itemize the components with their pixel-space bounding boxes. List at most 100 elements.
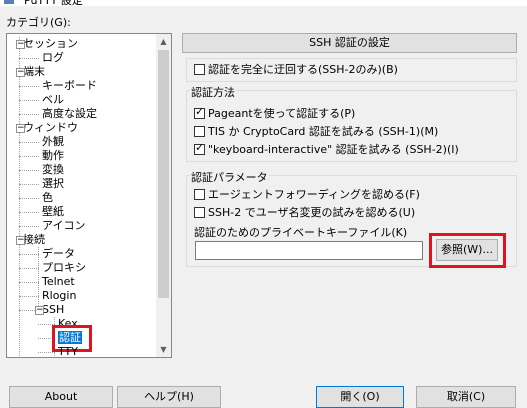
tree-connector: [19, 142, 39, 143]
cancel-button[interactable]: 取消(C): [416, 386, 516, 408]
tree-item-label: 高度な設定: [42, 107, 97, 120]
checkbox-box[interactable]: [194, 64, 205, 75]
checkbox-box[interactable]: [194, 126, 205, 137]
keyfile-input[interactable]: [195, 241, 423, 260]
checkbox-box[interactable]: ✓: [194, 141, 205, 155]
tree-item[interactable]: TTY: [58, 345, 78, 357]
option-label: "keyboard-interactive" 認証を試みる (SSH-2)(I): [208, 143, 459, 156]
tree-connector: [19, 268, 39, 269]
tree-item[interactable]: Rlogin: [42, 289, 76, 303]
auth-params-title: 認証パラメータ: [190, 169, 269, 185]
tree-connector: [19, 296, 39, 297]
option-label: エージェントフォワーディングを認める(F): [208, 188, 420, 201]
option-label: TIS か CryptoCard 認証を試みる (SSH-1)(M): [208, 125, 439, 138]
tree-item[interactable]: セッション: [23, 37, 78, 51]
putty-icon: [4, 0, 14, 4]
option-checkbox[interactable]: TIS か CryptoCard 認証を試みる (SSH-1)(M): [194, 124, 438, 140]
tree-item-label: プロキシ: [42, 261, 86, 274]
tree-item[interactable]: 接続: [23, 233, 45, 247]
tree-connector: [19, 58, 39, 59]
tree-item[interactable]: 壁紙: [42, 205, 64, 219]
tree-item[interactable]: データ: [42, 247, 75, 261]
tree-item[interactable]: ウィンドウ: [23, 121, 78, 135]
browse-highlight: [429, 233, 506, 268]
collapse-icon[interactable]: −: [16, 124, 25, 133]
tree-item-label: ログ: [42, 51, 64, 64]
tree-connector: [19, 100, 39, 101]
tree-connector: [19, 254, 39, 255]
checkbox-box[interactable]: ✓: [194, 105, 205, 119]
tree-item-label: ウィンドウ: [23, 121, 78, 134]
tree-item-label: 接続: [23, 233, 45, 246]
option-checkbox[interactable]: SSH-2 でユーザ名変更の試みを認める(U): [194, 205, 415, 221]
tree-item[interactable]: ログ: [42, 51, 64, 65]
checkmark-icon: ✓: [195, 105, 205, 118]
tree-connector: [38, 352, 55, 353]
tree-connector: [19, 170, 39, 171]
tree-item-label: データ: [42, 247, 75, 260]
tree-item[interactable]: 変換: [42, 163, 64, 177]
bypass-auth-checkbox[interactable]: 認証を完全に迂回する(SSH-2のみ)(B): [194, 62, 398, 78]
tree-connector: [19, 114, 39, 115]
about-button[interactable]: About: [9, 386, 113, 408]
scroll-thumb[interactable]: [158, 50, 169, 298]
tree-item-label: アイコン: [42, 219, 86, 232]
tree-item-label: 端末: [23, 65, 45, 78]
tree-item-label: 選択: [42, 177, 64, 190]
tree-connector: [19, 86, 39, 87]
tree-item-label: TTY: [58, 345, 78, 357]
tree-connector: [19, 198, 39, 199]
tree-item-label: Rlogin: [42, 289, 77, 302]
tree-connector: [19, 156, 39, 157]
option-label: Pageantを使って認証する(P): [208, 107, 356, 120]
tree-item[interactable]: 端末: [23, 65, 45, 79]
open-button[interactable]: 開く(O): [316, 386, 404, 408]
title-bar: PuTTY 設定: [0, 0, 527, 7]
tree-item[interactable]: 色: [42, 191, 53, 205]
tree-item[interactable]: Telnet: [42, 275, 75, 289]
checkbox-box[interactable]: [194, 189, 205, 200]
checkmark-icon: ✓: [195, 141, 205, 154]
tree-items: セッション − ログ 端末 − キーボード ベル 高度な設定 ウィンドウ − 外観 動作 変換 選択色壁紙…: [7, 34, 157, 357]
tree-item[interactable]: ベル: [42, 93, 64, 107]
scroll-up-icon[interactable]: ▲: [156, 34, 171, 49]
category-label: カテゴリ(G):: [6, 16, 71, 29]
tree-connector: [19, 212, 39, 213]
tree-item-label: 動作: [42, 149, 64, 162]
tree-item[interactable]: プロキシ: [42, 261, 86, 275]
option-checkbox[interactable]: ✓ "keyboard-interactive" 認証を試みる (SSH-2)(I…: [194, 141, 459, 158]
tree-item-label: 色: [42, 191, 53, 204]
option-checkbox[interactable]: ✓ Pageantを使って認証する(P): [194, 105, 356, 122]
tree-item-label: 外観: [42, 135, 64, 148]
tree-connector: [19, 184, 39, 185]
category-tree[interactable]: セッション − ログ 端末 − キーボード ベル 高度な設定 ウィンドウ − 外観 動作 変換 選択色壁紙…: [6, 33, 172, 358]
tree-connector: [19, 226, 39, 227]
tree-scrollbar[interactable]: ▲ ▼: [156, 34, 171, 357]
option-label: SSH-2 でユーザ名変更の試みを認める(U): [208, 206, 416, 219]
bypass-auth-label: 認証を完全に迂回する(SSH-2のみ)(B): [208, 63, 398, 76]
option-checkbox[interactable]: エージェントフォワーディングを認める(F): [194, 187, 420, 203]
tree-item[interactable]: 外観: [42, 135, 64, 149]
tree-item[interactable]: キーボード: [42, 79, 97, 93]
keyfile-label: 認証のためのプライベートキーファイル(K): [194, 226, 408, 239]
tree-item-label: 変換: [42, 163, 64, 176]
tree-item[interactable]: 動作: [42, 149, 64, 163]
checkbox-box[interactable]: [194, 207, 205, 218]
tree-item[interactable]: 高度な設定: [42, 107, 97, 121]
panel-header: SSH 認証の設定: [182, 33, 517, 53]
collapse-icon[interactable]: −: [16, 40, 25, 49]
tree-item-label: キーボード: [42, 79, 97, 92]
help-button[interactable]: ヘルプ(H): [117, 386, 221, 408]
tree-item-label: Telnet: [42, 275, 75, 288]
tree-item-label: 壁紙: [42, 205, 64, 218]
collapse-icon[interactable]: −: [16, 236, 25, 245]
tree-item[interactable]: 選択: [42, 177, 64, 191]
tree-item[interactable]: SSH: [42, 303, 64, 317]
tree-item[interactable]: アイコン: [42, 219, 85, 233]
collapse-icon[interactable]: −: [35, 306, 44, 315]
tree-item-label: SSH: [42, 303, 65, 316]
collapse-icon[interactable]: −: [16, 68, 25, 77]
scroll-down-icon[interactable]: ▼: [156, 342, 171, 357]
tree-connector: [19, 282, 39, 283]
tree-guide: [19, 37, 20, 357]
